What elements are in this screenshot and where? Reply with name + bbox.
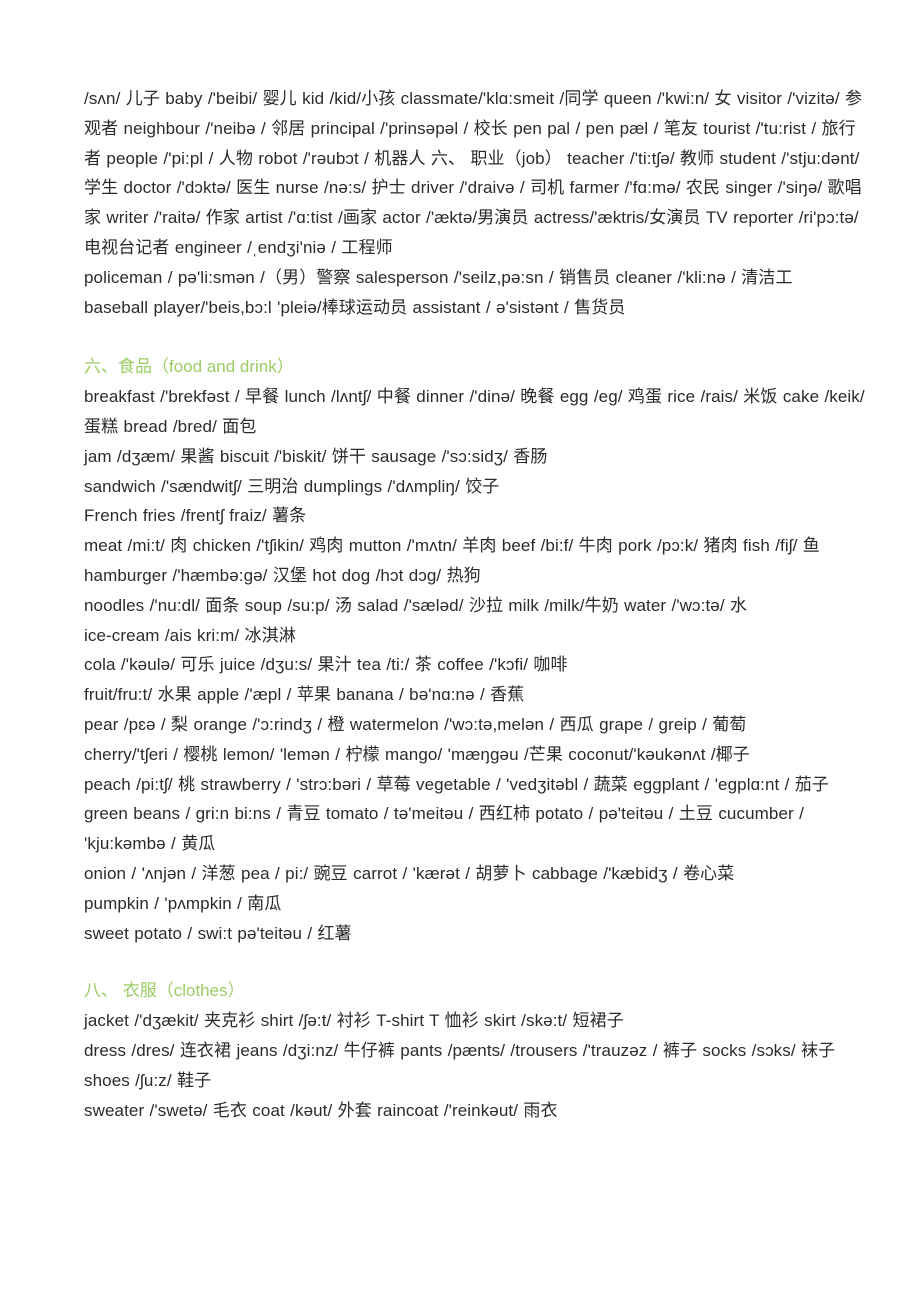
vocab-paragraph: sweater /'swetə/ 毛衣 coat /kəut/ 外套 rainc… (84, 1100, 558, 1120)
section-heading-food-and-drink: 六、食品（food and drink） (84, 357, 294, 377)
vocab-paragraph: pumpkin / 'pʌmpkin / 南瓜 (84, 893, 282, 913)
section-clothes: 八、 衣服（clothes） jacket /'dʒækit/ 夹克衫 shir… (84, 976, 868, 1125)
document-page: /sʌn/ 儿子 baby /'beibi/ 婴儿 kid /kid/小孩 cl… (0, 0, 920, 1302)
vocab-paragraph: fruit/fru:t/ 水果 apple /'æpl / 苹果 banana … (84, 685, 525, 705)
vocab-paragraph: noodles /'nu:dl/ 面条 soup /su:p/ 汤 salad … (84, 595, 748, 615)
vocab-paragraph: French fries /frentʃ fraiz/ 薯条 (84, 506, 307, 526)
vocab-paragraph: peach /pi:tʃ/ 桃 strawberry / 'strɔ:bəri … (84, 774, 829, 854)
vocab-paragraph: breakfast /'brekfəst / 早餐 lunch /lʌntʃ/ … (84, 387, 865, 436)
vocab-paragraph: /sʌn/ 儿子 baby /'beibi/ 婴儿 kid /kid/小孩 cl… (84, 89, 863, 257)
vocab-paragraph: ice-cream /ais kri:m/ 冰淇淋 (84, 625, 296, 645)
vocab-paragraph: jacket /'dʒækit/ 夹克衫 shirt /ʃə:t/ 衬衫 T-s… (84, 1011, 624, 1031)
vocab-paragraph: sweet potato / swi:t pə'teitəu / 红薯 (84, 923, 352, 943)
vocab-paragraph: meat /mi:t/ 肉 chicken /'tʃikin/ 鸡肉 mutto… (84, 536, 820, 585)
vocab-paragraph: onion / 'ʌnjən / 洋葱 pea / pi:/ 豌豆 carrot… (84, 863, 735, 883)
vocab-paragraph: dress /dres/ 连衣裙 jeans /dʒi:nz/ 牛仔裤 pant… (84, 1040, 836, 1090)
vocab-paragraph: baseball player/'beis,bɔ:l 'pleiə/棒球运动员 … (84, 297, 626, 317)
vocab-paragraph: policeman / pə'li:smən /（男）警察 salesperso… (84, 267, 793, 287)
vocab-paragraph: cherry/'tʃeri / 樱桃 lemon/ 'lemən / 柠檬 ma… (84, 744, 750, 764)
vocab-paragraph: cola /'kəulə/ 可乐 juice /dʒu:s/ 果汁 tea /t… (84, 655, 568, 675)
section-food-and-drink: 六、食品（food and drink） breakfast /'brekfəs… (84, 352, 868, 948)
vocab-paragraph: sandwich /'sændwitʃ/ 三明治 dumplings /'dʌm… (84, 476, 500, 496)
vocab-paragraph: pear /pɛə / 梨 orange /'ɔ:rindʒ / 橙 water… (84, 714, 747, 734)
section-people-and-jobs: /sʌn/ 儿子 baby /'beibi/ 婴儿 kid /kid/小孩 cl… (84, 84, 868, 322)
vocab-paragraph: jam /dʒæm/ 果酱 biscuit /'biskit/ 饼干 sausa… (84, 446, 548, 466)
section-heading-clothes: 八、 衣服（clothes） (84, 981, 245, 1001)
